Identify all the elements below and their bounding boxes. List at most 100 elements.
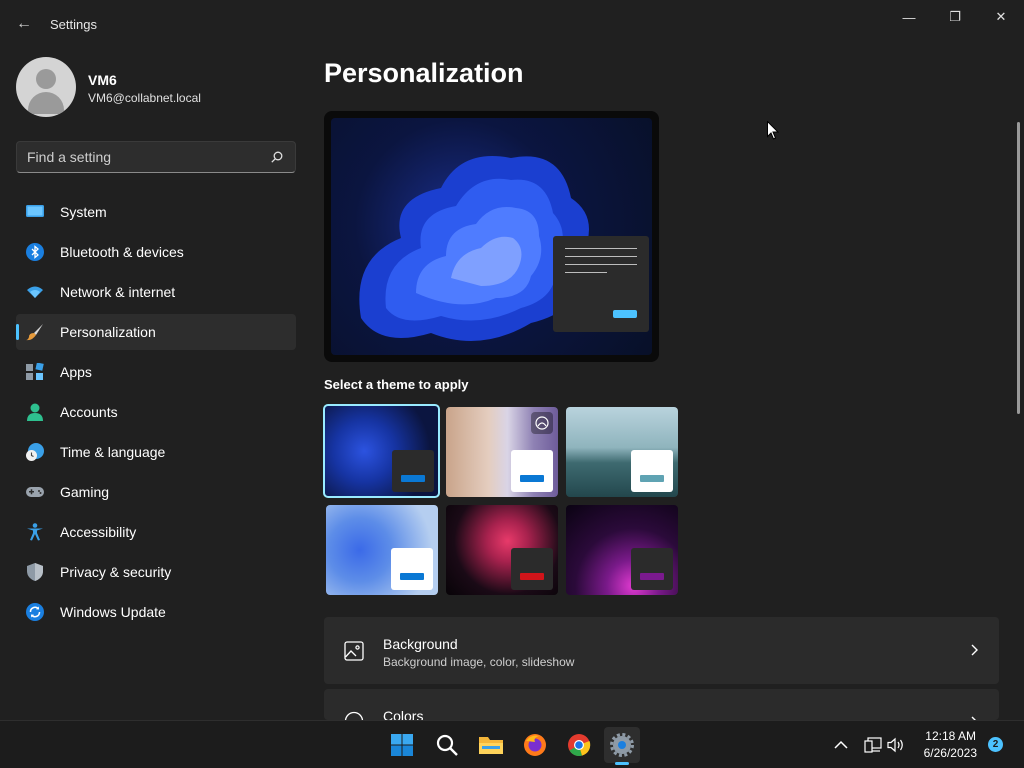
sidebar-item-accounts[interactable]: Accounts (16, 394, 296, 430)
notification-badge[interactable]: 2 (988, 737, 1003, 752)
sidebar-nav: System Bluetooth & devices Network & int… (16, 194, 296, 634)
theme-captured-motion[interactable] (566, 407, 678, 497)
search-box[interactable] (16, 141, 296, 173)
clock-date[interactable]: 6/26/2023 (916, 746, 977, 760)
search-icon[interactable] (271, 151, 283, 163)
settings-icon (610, 733, 634, 757)
preview-line (565, 248, 637, 249)
image-icon (344, 641, 364, 661)
volume-button[interactable] (887, 736, 905, 754)
preview-line (565, 272, 607, 273)
sidebar-item-label: System (60, 204, 107, 220)
system-icon (26, 205, 44, 217)
theme-accent-bar (520, 475, 544, 482)
sidebar-item-apps[interactable]: Apps (16, 354, 296, 390)
sidebar-item-label: Personalization (60, 324, 156, 340)
start-button[interactable] (384, 727, 420, 763)
show-hidden-icons-button[interactable] (832, 736, 850, 754)
sidebar-item-privacy[interactable]: Privacy & security (16, 554, 296, 590)
sidebar-item-label: Network & internet (60, 284, 176, 300)
search-icon (436, 734, 458, 756)
preview-line (565, 256, 637, 257)
theme-flow[interactable] (446, 505, 558, 595)
sidebar-item-time-language[interactable]: Time & language (16, 434, 296, 470)
close-button[interactable]: ✕ (978, 0, 1024, 34)
shield-icon (27, 563, 43, 581)
account-icon (27, 403, 43, 421)
themes-section-label: Select a theme to apply (324, 377, 469, 392)
volume-icon (887, 737, 903, 753)
theme-windows-light[interactable] (326, 505, 438, 595)
theme-mini-window (391, 548, 433, 590)
background-setting-card[interactable]: Background Background image, color, slid… (324, 617, 999, 684)
active-app-indicator (615, 762, 629, 765)
avatar-body (28, 92, 64, 114)
taskbar-search-button[interactable] (429, 727, 465, 763)
accessibility-icon (27, 523, 43, 541)
sidebar-item-label: Bluetooth & devices (60, 244, 184, 260)
update-icon (26, 603, 44, 621)
file-explorer-icon (479, 737, 503, 754)
chrome-icon (568, 734, 591, 757)
contrast-icon (531, 412, 553, 434)
network-icon (864, 737, 882, 753)
theme-sunrise[interactable] (566, 505, 678, 595)
avatar-head (36, 69, 56, 89)
scrollbar-thumb[interactable] (1017, 122, 1020, 414)
minimize-button[interactable]: — (886, 0, 932, 34)
sidebar-item-label: Gaming (60, 484, 110, 500)
sidebar-item-label: Privacy & security (60, 564, 172, 580)
palette-icon (344, 711, 364, 720)
file-explorer-button[interactable] (473, 727, 509, 763)
network-status-button[interactable] (864, 736, 882, 754)
page-title: Personalization (324, 58, 524, 88)
sidebar-item-bluetooth[interactable]: Bluetooth & devices (16, 234, 296, 270)
theme-accent-bar (640, 573, 664, 580)
settings-app-button[interactable] (604, 727, 640, 763)
theme-mini-window (511, 548, 553, 590)
back-button[interactable]: ← (12, 12, 36, 36)
sidebar-item-windows-update[interactable]: Windows Update (16, 594, 296, 630)
preview-accent-button (613, 310, 637, 318)
avatar[interactable] (16, 57, 76, 117)
card-title: Background (383, 636, 458, 652)
preview-line (565, 264, 637, 265)
restore-button[interactable]: ❐ (932, 0, 978, 34)
firefox-button[interactable] (517, 727, 553, 763)
theme-preview (324, 111, 659, 362)
theme-accent-bar (401, 475, 425, 482)
theme-grid (323, 404, 684, 597)
theme-windows-dark[interactable] (323, 404, 440, 498)
sidebar-item-system[interactable]: System (16, 194, 296, 230)
chevron-up-icon (834, 740, 848, 749)
gamepad-icon (26, 487, 44, 497)
wifi-icon (27, 286, 43, 298)
sidebar-item-gaming[interactable]: Gaming (16, 474, 296, 510)
sidebar-item-accessibility[interactable]: Accessibility (16, 514, 296, 550)
preview-window (553, 236, 649, 332)
theme-mini-window (631, 450, 673, 492)
user-name: VM6 (88, 72, 117, 88)
clock-time[interactable]: 12:18 AM (924, 729, 976, 743)
chevron-right-icon (971, 644, 978, 656)
bluetooth-icon (26, 243, 44, 261)
sidebar-item-label: Time & language (60, 444, 166, 460)
sidebar-item-network[interactable]: Network & internet (16, 274, 296, 310)
taskbar: 12:18 AM 6/26/2023 2 (0, 720, 1024, 768)
preview-wallpaper (331, 118, 652, 355)
brush-icon (26, 324, 43, 341)
chrome-button[interactable] (561, 727, 597, 763)
theme-mini-window (511, 450, 553, 492)
theme-glow[interactable] (446, 407, 558, 497)
search-input[interactable] (27, 142, 267, 172)
sidebar-item-personalization[interactable]: Personalization (16, 314, 296, 350)
card-subtitle: Background image, color, slideshow (383, 655, 575, 669)
theme-accent-bar (520, 573, 544, 580)
mouse-cursor-icon (767, 121, 779, 140)
sidebar-item-label: Accessibility (60, 524, 137, 540)
sidebar-item-label: Apps (60, 364, 92, 380)
user-email: VM6@collabnet.local (88, 91, 201, 105)
colors-setting-card[interactable]: Colors (324, 689, 999, 720)
theme-mini-window (631, 548, 673, 590)
theme-mini-window (392, 450, 434, 492)
